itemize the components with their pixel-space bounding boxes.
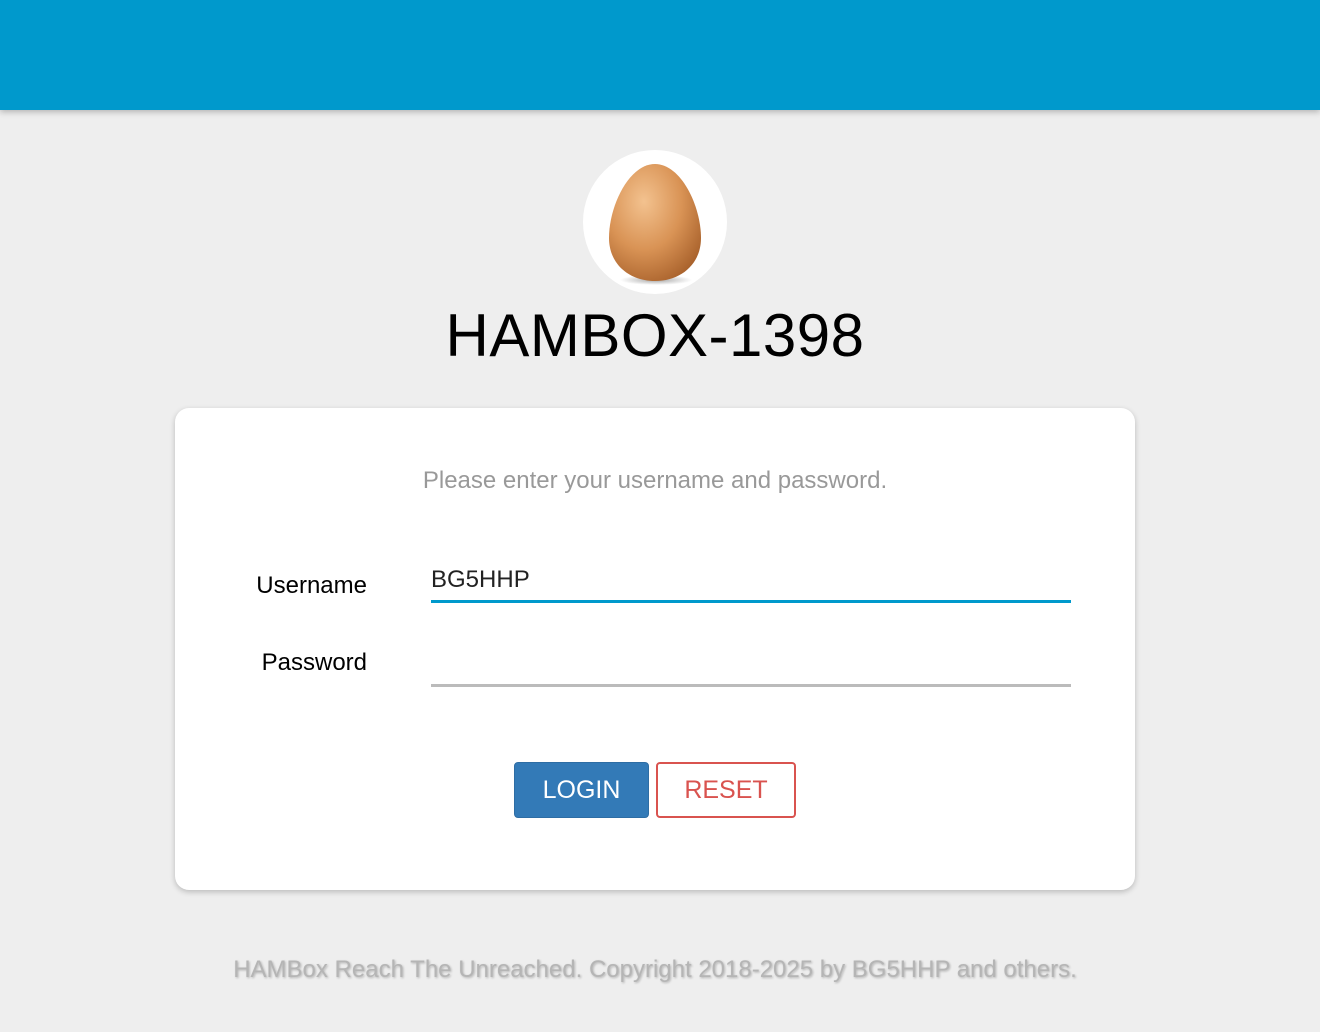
password-input[interactable] (431, 644, 1071, 687)
login-card: Please enter your username and password.… (175, 408, 1135, 890)
password-label: Password (261, 649, 367, 676)
top-header-bar (0, 0, 1320, 110)
login-prompt: Please enter your username and password. (422, 467, 888, 494)
username-label: Username (256, 572, 367, 599)
footer-copyright: HAMBox Reach The Unreached. Copyright 20… (233, 956, 1077, 983)
egg-icon (609, 164, 701, 285)
reset-button[interactable]: RESET (656, 762, 796, 818)
device-hostname: HAMBOX-1398 (445, 302, 865, 369)
login-button[interactable]: LOGIN (514, 762, 649, 818)
username-input[interactable] (431, 560, 1071, 603)
device-avatar (583, 150, 727, 294)
